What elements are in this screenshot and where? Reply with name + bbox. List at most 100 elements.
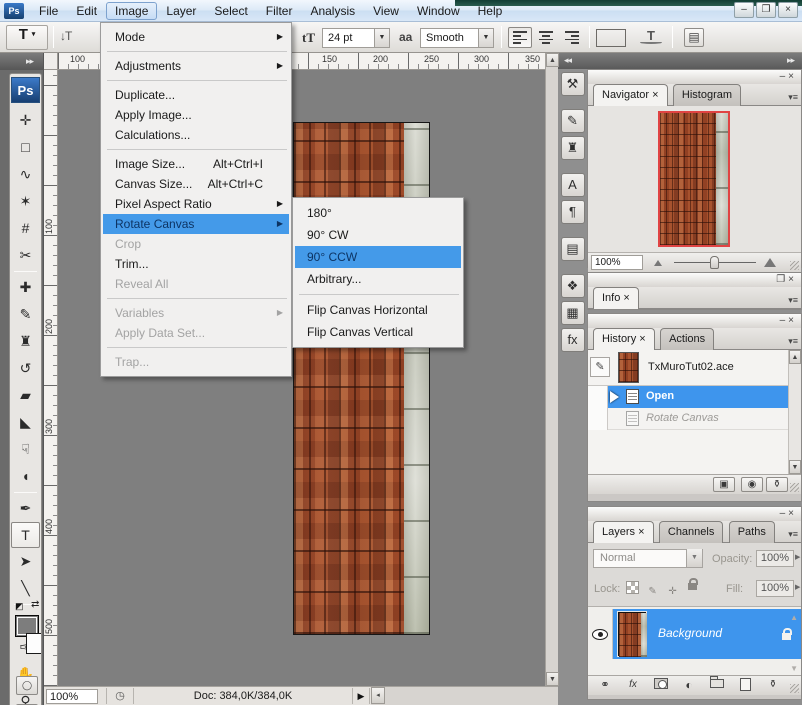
panel-icon-color[interactable]: ❖	[561, 274, 585, 298]
zoom-level-field[interactable]: 100%	[46, 689, 98, 704]
tab-histogram[interactable]: Histogram	[673, 84, 741, 106]
navigator-zoom-slider[interactable]	[674, 262, 756, 263]
chevron-down-icon[interactable]: ▼	[478, 29, 493, 47]
new-snapshot-button[interactable]: ◉	[741, 477, 763, 492]
font-size-select[interactable]: 24 pt ▼	[322, 28, 390, 48]
minimize-button[interactable]: –	[734, 2, 754, 18]
tool-lasso[interactable]: ∿	[10, 161, 41, 188]
default-colors-icon[interactable]: ◩	[15, 601, 24, 612]
tool-smudge[interactable]: ☟	[10, 436, 41, 463]
history-source-row[interactable]: ✎ TxMuroTut02.ace	[588, 350, 801, 386]
history-state-row[interactable]: Open	[588, 386, 801, 408]
add-mask-button[interactable]	[650, 678, 672, 693]
tab-history[interactable]: History ×	[593, 328, 655, 350]
menu-item-apply-image[interactable]: Apply Image...	[103, 105, 289, 125]
menu-item-image-size[interactable]: Image Size...Alt+Ctrl+I	[103, 154, 289, 174]
delete-state-button[interactable]: ⚱	[766, 477, 788, 492]
menu-item-pixel-aspect-ratio[interactable]: Pixel Aspect Ratio▶	[103, 194, 289, 214]
link-layers-button[interactable]: ⚭	[594, 678, 616, 693]
tab-layers[interactable]: Layers ×	[593, 521, 654, 543]
dock-collapse-handle[interactable]: ◂◂	[558, 53, 587, 69]
menu-file[interactable]: File	[30, 2, 67, 20]
maximize-panel-icon[interactable]: ❐	[776, 274, 788, 285]
tool-slice[interactable]: ✂	[10, 242, 41, 269]
scroll-down-icon[interactable]: ▼	[790, 664, 798, 673]
blend-mode-select[interactable]: Normal ▼	[593, 549, 703, 568]
tool-eraser[interactable]: ▰	[10, 382, 41, 409]
scroll-up-icon[interactable]: ▲	[790, 613, 798, 622]
tool-type[interactable]: T	[11, 522, 40, 548]
tool-line[interactable]: ╲	[10, 575, 41, 602]
tab-close-icon[interactable]: ×	[652, 89, 658, 101]
dock-collapse-handle[interactable]: ▸▸	[0, 53, 43, 70]
tool-brush[interactable]: ✎	[10, 301, 41, 328]
lock-position-icon[interactable]: ✛	[666, 585, 679, 598]
opacity-field[interactable]: 100%	[756, 550, 794, 567]
panel-icon-tool-presets[interactable]: ⚒	[561, 72, 585, 96]
text-orientation-icon[interactable]: ↓T	[60, 29, 71, 43]
align-right-button[interactable]	[560, 27, 584, 48]
history-state-row[interactable]: Rotate Canvas	[588, 408, 801, 430]
slider-thumb[interactable]	[710, 256, 719, 269]
panel-icon-paragraph[interactable]: ¶	[561, 200, 585, 224]
restore-button[interactable]: ❐	[756, 2, 776, 18]
tab-close-icon[interactable]: ×	[639, 333, 645, 345]
minimize-panel-icon[interactable]: –	[780, 71, 789, 82]
menu-item-duplicate[interactable]: Duplicate...	[103, 85, 289, 105]
minimize-panel-icon[interactable]: –	[780, 315, 789, 326]
tool-clone-stamp[interactable]: ♜	[10, 328, 41, 355]
layer-row[interactable]: Background	[588, 609, 801, 659]
align-left-button[interactable]	[508, 27, 532, 48]
lock-all-icon[interactable]	[686, 577, 699, 590]
tool-magic-wand[interactable]: ✶	[10, 188, 41, 215]
tool-healing-brush[interactable]: ✚	[10, 274, 41, 301]
panel-menu-icon[interactable]: ▾≡	[788, 92, 798, 103]
tab-close-icon[interactable]: ×	[638, 526, 644, 538]
menu-analysis[interactable]: Analysis	[301, 2, 364, 20]
chevron-down-icon[interactable]: ▼	[374, 29, 389, 47]
panel-icon-clone-source[interactable]: ♜	[561, 136, 585, 160]
zoom-in-icon[interactable]	[764, 258, 776, 267]
history-brush-checkbox[interactable]	[588, 408, 608, 430]
menu-item-trap[interactable]: Trap...	[103, 352, 289, 372]
menu-select[interactable]: Select	[205, 2, 256, 20]
canvas-vertical-scrollbar[interactable]: ▲ ▼	[545, 53, 558, 686]
tool-pen[interactable]: ✒	[10, 495, 41, 522]
menu-item-apply-data-set[interactable]: Apply Data Set...	[103, 323, 289, 343]
history-brush-checkbox[interactable]	[588, 386, 608, 408]
menu-item-rotate-canvas[interactable]: Rotate Canvas▶	[103, 214, 289, 234]
menu-item-reveal-all[interactable]: Reveal All	[103, 274, 289, 294]
tool-dodge[interactable]: ◖	[10, 463, 41, 490]
close-panel-icon[interactable]: ×	[788, 315, 797, 326]
fill-spinner-icon[interactable]: ▶	[795, 583, 800, 591]
eye-icon[interactable]	[592, 629, 608, 640]
resize-grip[interactable]	[790, 684, 799, 693]
menu-edit[interactable]: Edit	[67, 2, 106, 20]
submenu-item-flip-canvas-horizontal[interactable]: Flip Canvas Horizontal	[295, 299, 461, 321]
menu-item-canvas-size[interactable]: Canvas Size...Alt+Ctrl+C	[103, 174, 289, 194]
panel-icon-styles[interactable]: fx	[561, 328, 585, 352]
close-panel-icon[interactable]: ×	[788, 508, 797, 519]
tab-actions[interactable]: Actions	[660, 328, 714, 350]
submenu-item-180[interactable]: 180°	[295, 202, 461, 224]
menu-item-calculations[interactable]: Calculations...	[103, 125, 289, 145]
tool-history-brush[interactable]: ↺	[10, 355, 41, 382]
scroll-up-icon[interactable]: ▲	[789, 350, 801, 364]
menu-item-crop[interactable]: Crop	[103, 234, 289, 254]
tab-info[interactable]: Info ×	[593, 287, 639, 309]
swap-colors-icon[interactable]: ⇄	[31, 599, 39, 610]
menu-item-variables[interactable]: Variables▶	[103, 303, 289, 323]
scroll-down-icon[interactable]: ▼	[546, 672, 559, 686]
tool-preset-picker[interactable]: T ▾	[6, 25, 48, 50]
quick-mask-button[interactable]: ◯	[16, 676, 38, 695]
navigator-view-box[interactable]	[658, 111, 730, 247]
layer-style-button[interactable]: fx	[622, 678, 644, 693]
tab-paths[interactable]: Paths	[729, 521, 775, 543]
history-brush-source-well[interactable]: ✎	[590, 357, 610, 377]
tab-navigator[interactable]: Navigator ×	[593, 84, 668, 106]
menu-layer[interactable]: Layer	[157, 2, 205, 20]
canvas-horizontal-scrollbar[interactable]: ◂	[371, 687, 558, 705]
fill-field[interactable]: 100%	[756, 580, 794, 597]
panel-icon-layer-comps[interactable]: ▤	[561, 237, 585, 261]
panel-menu-icon[interactable]: ▾≡	[788, 336, 798, 347]
